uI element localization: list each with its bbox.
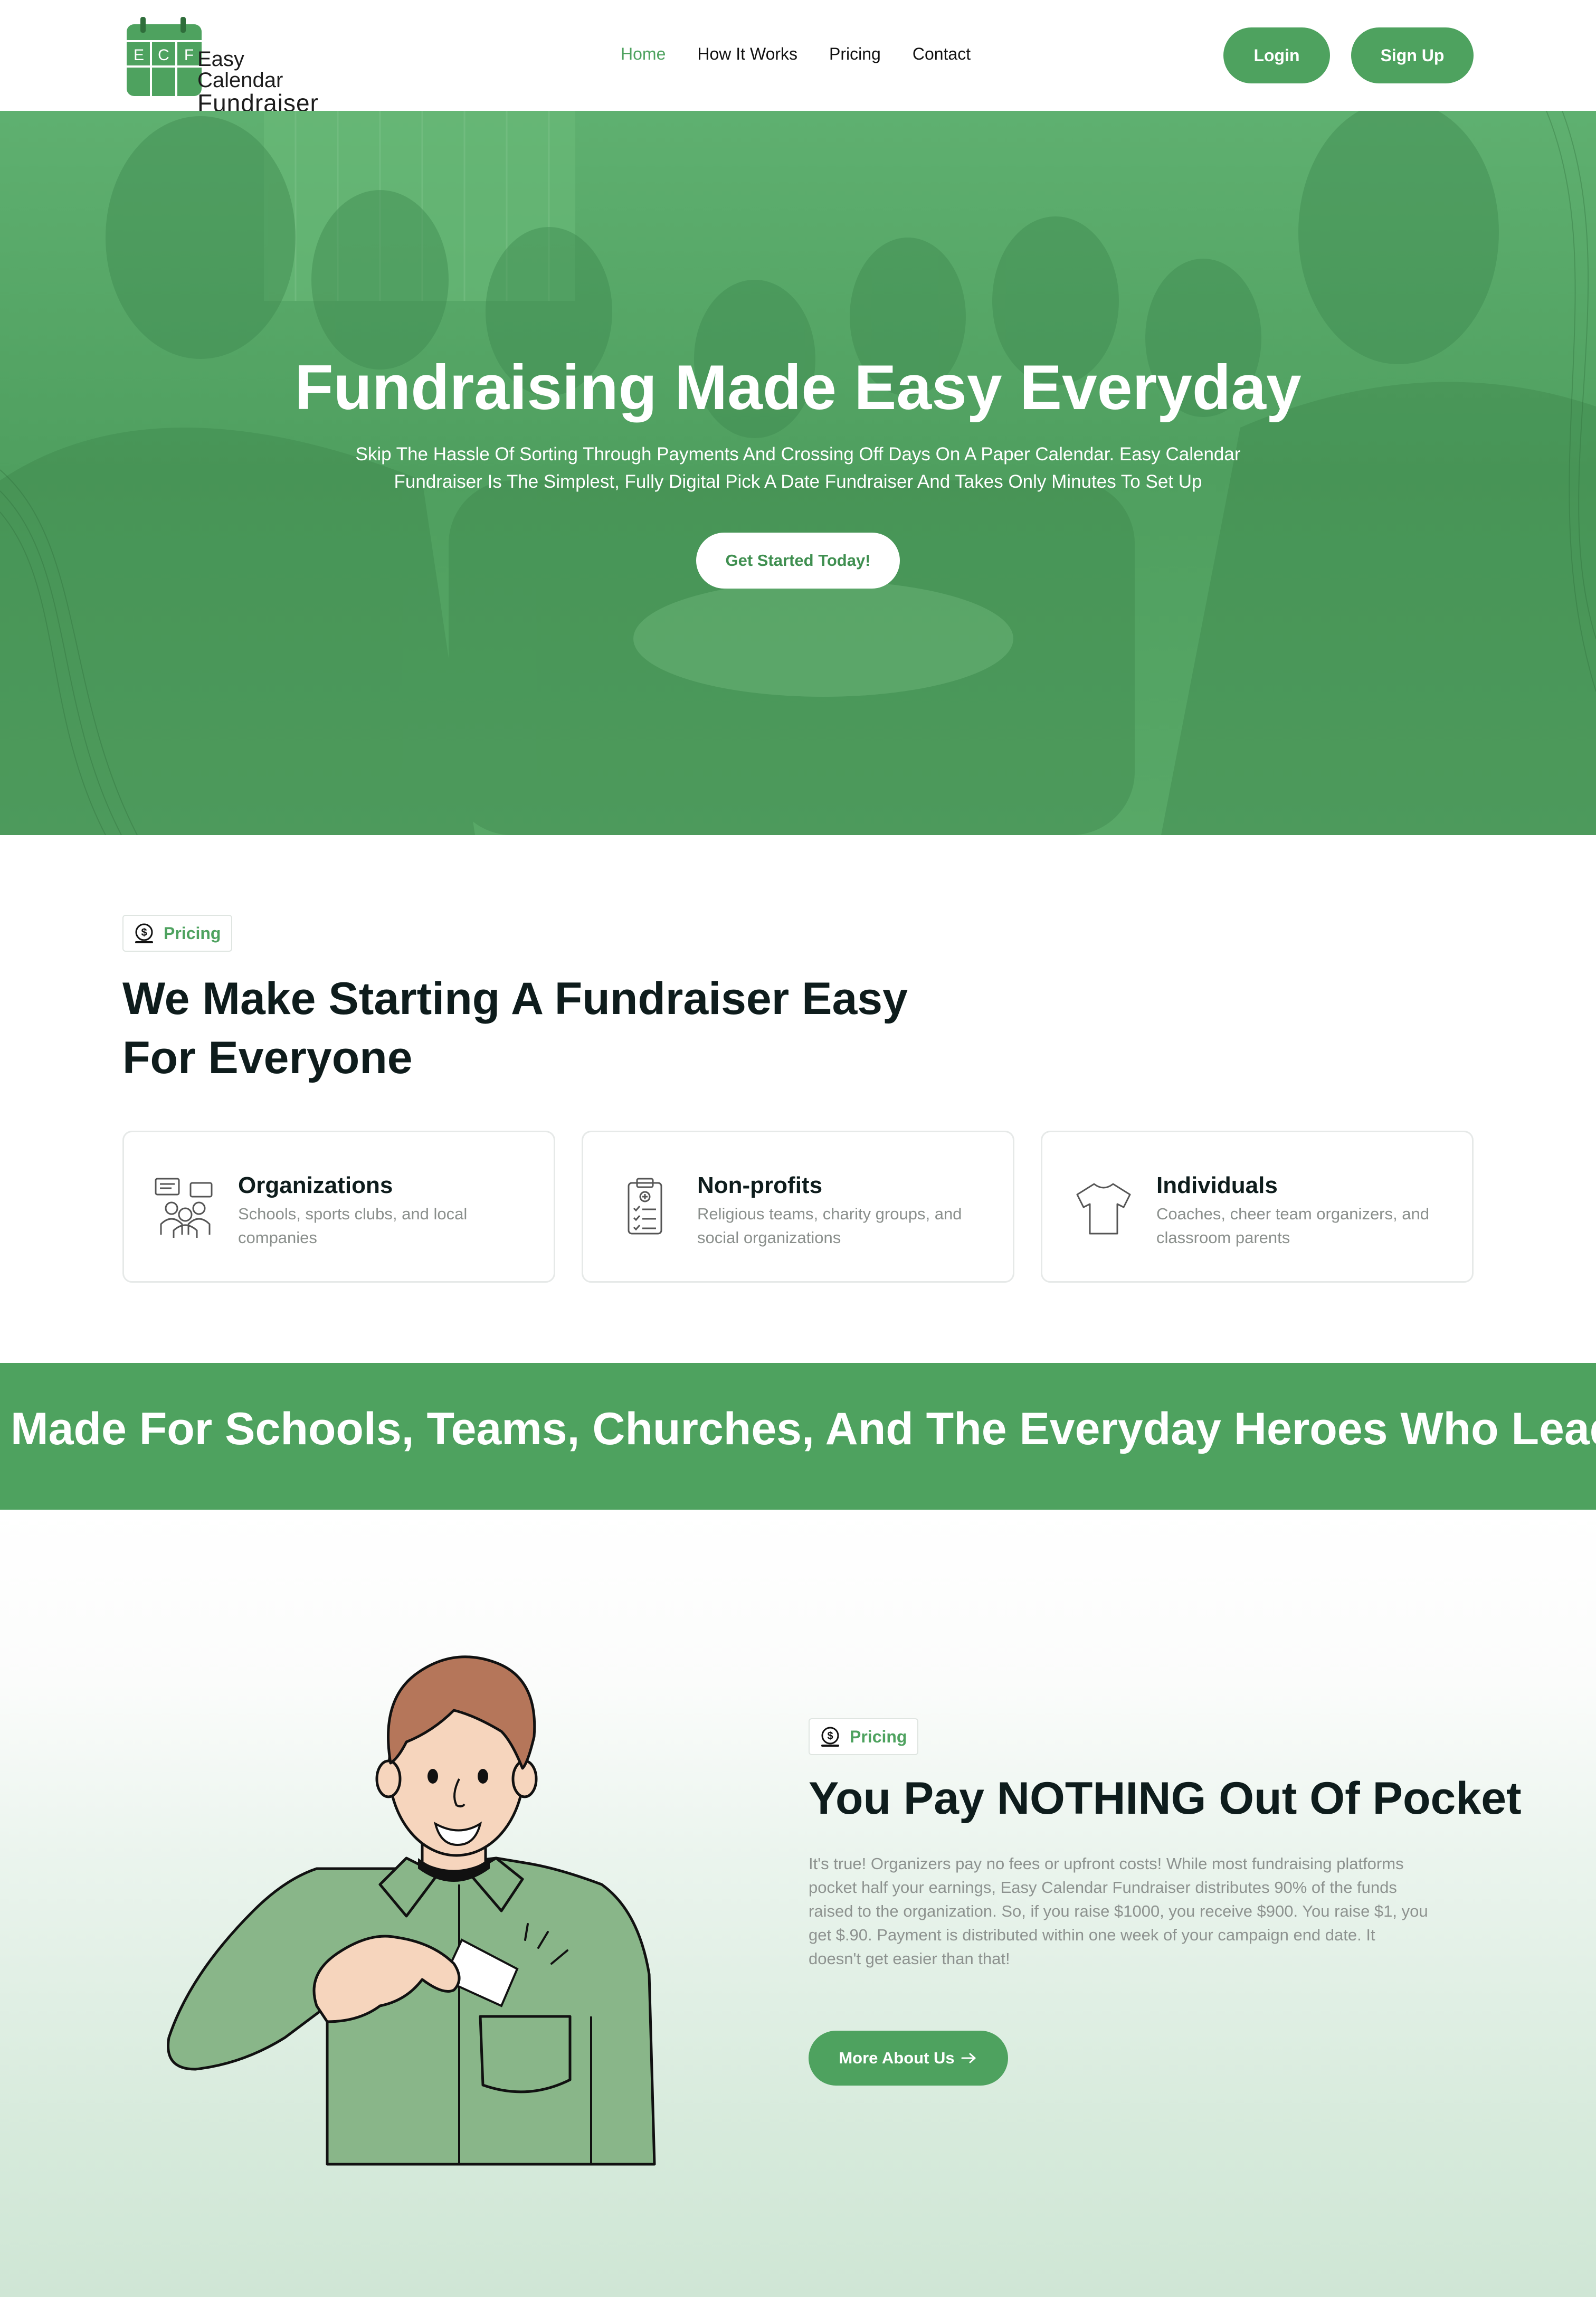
calendar-logo-icon: E C F [127, 17, 202, 96]
svg-text:F: F [184, 46, 194, 64]
more-about-us-label: More About Us [839, 2049, 955, 2067]
logo-wordmark: Easy Calendar Fundraiser [197, 49, 336, 115]
pricing-badge: $ Pricing [122, 915, 233, 952]
signup-button[interactable]: Sign Up [1351, 27, 1474, 83]
card-title: Individuals [1156, 1172, 1278, 1198]
card-organizations[interactable]: Organizations Schools, sports clubs, and… [122, 1131, 555, 1283]
banner-text: Made For Schools, Teams, Churches, And T… [11, 1404, 1596, 1454]
badge-label: Pricing [850, 1727, 907, 1746]
logo-line-1: Easy Calendar [197, 48, 283, 92]
pricing-badge-2: $ Pricing [809, 1718, 919, 1755]
card-title: Organizations [238, 1172, 393, 1198]
nav-home[interactable]: Home [621, 44, 666, 64]
hero-section: Fundraising Made Easy Everyday Skip The … [0, 111, 1596, 835]
more-about-us-button[interactable]: More About Us [809, 2031, 1008, 2086]
badge-label: Pricing [164, 923, 221, 943]
svg-text:$: $ [141, 927, 147, 939]
pricing-description: It's true! Organizers pay no fees or upf… [809, 1854, 1428, 1968]
nav-contact[interactable]: Contact [913, 44, 971, 64]
nav-how-it-works[interactable]: How It Works [697, 44, 797, 64]
audience-title: We Make Starting A Fundraiser Easy For E… [122, 973, 908, 1083]
clipboard-icon [628, 1178, 662, 1235]
hero-title: Fundraising Made Easy Everyday [294, 352, 1302, 423]
login-button[interactable]: Login [1223, 27, 1330, 83]
svg-text:$: $ [827, 1730, 833, 1742]
pricing-title: You Pay NOTHING Out Of Pocket [809, 1773, 1522, 1824]
marquee-banner: Made For Schools, Teams, Churches, And T… [0, 1363, 1596, 1510]
svg-text:E: E [134, 46, 144, 64]
site-header: E C F Easy Calendar Fundraiser Home How … [0, 0, 1596, 115]
card-non-profits[interactable]: Non-profits Religious teams, charity gro… [582, 1131, 1014, 1283]
tshirt-icon [1076, 1183, 1131, 1235]
svg-text:C: C [158, 46, 169, 64]
card-description: Coaches, cheer team organizers, and clas… [1156, 1205, 1429, 1247]
hero-subtitle: Skip The Hassle Of Sorting Through Payme… [355, 444, 1241, 492]
logo[interactable]: E C F Easy Calendar Fundraiser [125, 14, 336, 115]
money-bag-icon: $ [135, 923, 153, 943]
card-description: Religious teams, charity groups, and soc… [697, 1205, 962, 1247]
arrow-right-icon [961, 2053, 976, 2063]
card-description: Schools, sports clubs, and local compani… [238, 1205, 468, 1247]
card-title: Non-profits [697, 1172, 823, 1198]
card-individuals[interactable]: Individuals Coaches, cheer team organize… [1041, 1131, 1474, 1283]
money-bag-icon: $ [821, 1727, 839, 1747]
nav-pricing[interactable]: Pricing [829, 44, 881, 64]
group-chat-icon [155, 1178, 213, 1238]
man-with-money-illustration [167, 1655, 656, 2166]
get-started-button[interactable]: Get Started Today! [696, 533, 900, 589]
main-nav: Home How It Works Pricing Contact [621, 44, 971, 64]
